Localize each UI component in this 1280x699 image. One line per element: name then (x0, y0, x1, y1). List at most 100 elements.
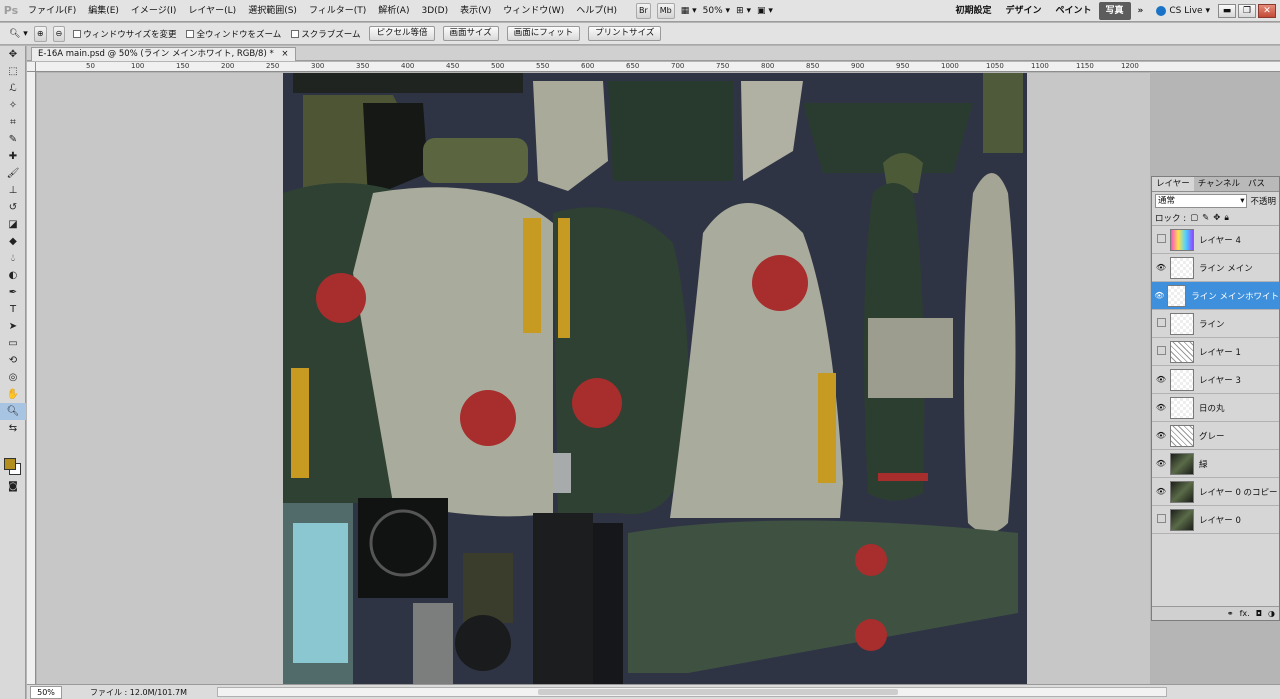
visibility-off-icon[interactable] (1152, 234, 1170, 245)
layer-row[interactable]: 👁︎ ライン メイン (1152, 254, 1279, 282)
eye-icon[interactable]: 👁︎ (1152, 263, 1170, 272)
menu-item[interactable]: ウィンドウ(W) (497, 0, 570, 22)
3d-orbit-tool-icon[interactable]: ◎ (0, 369, 26, 386)
layer-row[interactable]: 👁︎ レイヤー 3 (1152, 366, 1279, 394)
layer-row[interactable]: 👁︎ グレー (1152, 422, 1279, 450)
pen-tool-icon[interactable]: ✒ (0, 284, 26, 301)
menu-item[interactable]: イメージ(I) (125, 0, 183, 22)
eyedropper-tool-icon[interactable]: ✎ (0, 131, 26, 148)
menu-item[interactable]: 3D(D) (415, 0, 454, 22)
type-tool-icon[interactable]: T (0, 301, 26, 318)
menu-item[interactable]: 表示(V) (454, 0, 497, 22)
menu-item[interactable]: 解析(A) (372, 0, 415, 22)
adjustment-icon[interactable]: ◑ (1268, 609, 1275, 618)
quick-mask-icon[interactable]: ◙ (0, 478, 26, 495)
actual-pixels-button[interactable]: ピクセル等倍 (369, 26, 435, 41)
fill-screen-button[interactable]: 画面にフィット (506, 26, 581, 41)
zoom-level-dropdown[interactable]: 50% ▾ (700, 3, 733, 19)
horizontal-ruler[interactable]: 50 100 150 200 250 300 350 400 450 500 550 600 650 70… (36, 62, 1280, 72)
zoom-all-windows-checkbox[interactable]: 全ウィンドウをズーム (186, 28, 281, 40)
workspace-photography[interactable]: 写真 (1098, 1, 1131, 20)
healing-brush-tool-icon[interactable]: ✚ (0, 148, 26, 165)
eraser-tool-icon[interactable]: ◪ (0, 216, 26, 233)
minimize-button[interactable]: ▬ (1218, 3, 1236, 18)
resize-windows-checkbox[interactable]: ウィンドウサイズを変更 (73, 28, 176, 40)
horizontal-scrollbar[interactable] (217, 687, 1167, 697)
hand-tool-icon[interactable]: ✋ (0, 386, 26, 403)
clone-stamp-tool-icon[interactable]: ⊥ (0, 182, 26, 199)
scrollbar-thumb[interactable] (538, 689, 898, 695)
zoom-out-icon[interactable]: ⊖ (52, 25, 66, 42)
close-icon[interactable]: × (281, 49, 288, 59)
swap-colors-icon[interactable]: ⇆ (0, 420, 26, 437)
menu-item[interactable]: レイヤー(L) (182, 0, 242, 22)
restore-button[interactable]: ❐ (1238, 3, 1256, 18)
ruler-origin[interactable] (27, 62, 36, 72)
brush-tool-icon[interactable]: 🖌︎ (0, 165, 26, 182)
layer-row[interactable]: レイヤー 0 (1152, 506, 1279, 534)
magic-wand-tool-icon[interactable]: ✧ (0, 97, 26, 114)
document-tab[interactable]: E-16A main.psd @ 50% (ライン メインホワイト, RGB/8… (31, 47, 296, 61)
eye-icon[interactable]: 👁︎ (1152, 291, 1167, 300)
scrubby-zoom-checkbox[interactable]: スクラブズーム (291, 28, 360, 40)
view-extras-dropdown[interactable]: ▦ ▾ (678, 3, 700, 19)
shape-tool-icon[interactable]: ▭ (0, 335, 26, 352)
marquee-tool-icon[interactable]: ⬚ (0, 63, 26, 80)
bridge-button[interactable]: Br (636, 2, 651, 19)
layer-row[interactable]: レイヤー 1 (1152, 338, 1279, 366)
eye-icon[interactable]: 👁︎ (1152, 459, 1170, 468)
link-icon[interactable]: ⚭ (1227, 609, 1234, 618)
mask-icon[interactable]: ◘ (1256, 609, 1262, 618)
layer-row[interactable]: レイヤー 4 (1152, 226, 1279, 254)
lock-position-icon[interactable]: ✥ (1213, 213, 1220, 223)
paint-bucket-tool-icon[interactable]: ◆ (0, 233, 26, 250)
dodge-tool-icon[interactable]: ◐ (0, 267, 26, 284)
history-brush-tool-icon[interactable]: ↺ (0, 199, 26, 216)
blend-mode-select[interactable]: 通常 ▾ (1155, 194, 1248, 208)
layer-row[interactable]: ライン (1152, 310, 1279, 338)
tab-paths[interactable]: パス (1244, 177, 1269, 191)
workspace-painting[interactable]: ペイント (1049, 2, 1099, 20)
eye-icon[interactable]: 👁︎ (1152, 375, 1170, 384)
more-workspaces-chevron-icon[interactable]: » (1131, 2, 1151, 20)
layer-row[interactable]: 👁︎ レイヤー 0 のコピー (1152, 478, 1279, 506)
workspace-design[interactable]: デザイン (998, 2, 1048, 20)
lasso-tool-icon[interactable]: ℒ (0, 80, 26, 97)
path-selection-tool-icon[interactable]: ➤ (0, 318, 26, 335)
crop-tool-icon[interactable]: ⌗ (0, 114, 26, 131)
lock-transparency-icon[interactable]: ▢ (1190, 213, 1198, 223)
menu-item[interactable]: ファイル(F) (22, 0, 82, 22)
mini-bridge-button[interactable]: Mb (656, 2, 675, 19)
layer-row[interactable]: 👁︎ 日の丸 (1152, 394, 1279, 422)
workspace-essentials[interactable]: 初期設定 (948, 2, 998, 20)
lock-pixels-icon[interactable]: ✎ (1202, 213, 1209, 223)
move-tool-icon[interactable]: ✥ (0, 46, 26, 63)
document-size-info[interactable]: ファイル : 12.0M/101.7M (90, 687, 187, 698)
menu-item[interactable]: ヘルプ(H) (570, 0, 623, 22)
eye-icon[interactable]: 👁︎ (1152, 431, 1170, 440)
zoom-in-icon[interactable]: ⊕ (33, 25, 47, 42)
visibility-off-icon[interactable] (1152, 514, 1170, 525)
menu-item[interactable]: フィルター(T) (303, 0, 372, 22)
fit-screen-button[interactable]: 画面サイズ (442, 26, 499, 41)
eye-icon[interactable]: 👁︎ (1152, 487, 1170, 496)
3d-rotate-tool-icon[interactable]: ⟲ (0, 352, 26, 369)
eye-icon[interactable]: 👁︎ (1152, 403, 1170, 412)
cs-live-button[interactable]: CS Live ▾ (1156, 5, 1210, 16)
zoom-field[interactable]: 50% (30, 685, 62, 699)
canvas-area[interactable] (37, 73, 1150, 684)
lock-all-icon[interactable]: 🔒︎ (1224, 213, 1229, 223)
layer-row[interactable]: 👁︎ ライン メインホワイト (1152, 282, 1279, 310)
close-button[interactable]: ✕ (1258, 3, 1276, 18)
visibility-off-icon[interactable] (1152, 346, 1170, 357)
menu-item[interactable]: 選択範囲(S) (242, 0, 303, 22)
zoom-tool-button-icon[interactable]: 🔍︎ (0, 403, 26, 420)
visibility-off-icon[interactable] (1152, 318, 1170, 329)
arrange-documents-dropdown[interactable]: ⊞ ▾ (733, 3, 754, 19)
fx-icon[interactable]: fx. (1240, 609, 1250, 618)
texture-canvas[interactable] (283, 73, 1027, 684)
tool-preset-picker[interactable]: 🔍︎ ▾ (6, 26, 31, 42)
screen-mode-dropdown[interactable]: ▣ ▾ (754, 3, 776, 19)
menu-item[interactable]: 編集(E) (82, 0, 125, 22)
vertical-ruler[interactable] (27, 72, 36, 684)
